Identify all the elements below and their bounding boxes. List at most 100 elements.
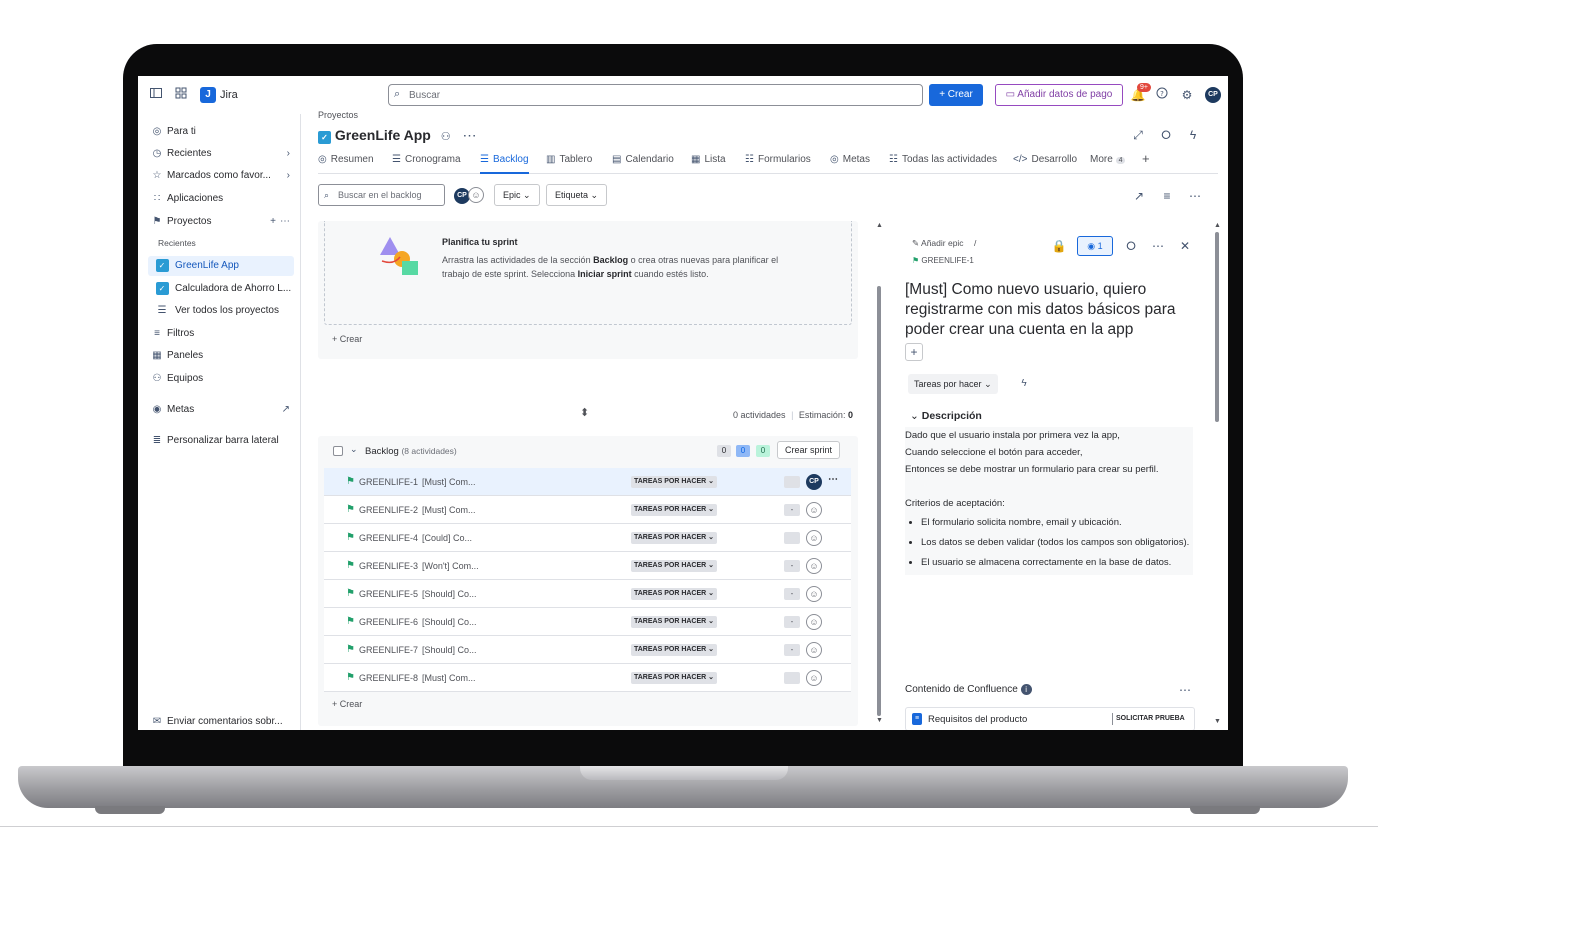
issue-summary[interactable]: [Must] Com...	[422, 673, 476, 683]
backlog-create-button[interactable]: + Crear	[332, 699, 362, 709]
backlog-row[interactable]: ⚑ GREENLIFE-4 [Could] Co... TAREAS POR HACE…	[324, 524, 851, 552]
sidebar-feedback[interactable]: ✉ Enviar comentarios sobr...	[148, 712, 294, 730]
global-search-input[interactable]: ⌕ Buscar	[388, 84, 923, 106]
help-icon[interactable]: ?	[1154, 87, 1170, 103]
issue-summary[interactable]: [Should] Co...	[422, 645, 477, 655]
detail-scroll-up-icon[interactable]: ▲	[1214, 222, 1221, 229]
issue-key[interactable]: GREENLIFE-7	[359, 645, 418, 655]
breadcrumb[interactable]: Proyectos	[318, 110, 358, 120]
jira-logo-icon[interactable]: J	[200, 87, 216, 103]
detail-scroll-down-icon[interactable]: ▼	[1214, 718, 1221, 725]
sprint-create-button[interactable]: + Crear	[332, 334, 362, 344]
add-payment-button[interactable]: ▭ Añadir datos de pago	[995, 84, 1123, 106]
status-dropdown[interactable]: TAREAS POR HACER ⌄	[631, 588, 718, 600]
lock-icon[interactable]: 🔒	[1051, 238, 1067, 254]
more-options-icon[interactable]: ⋯	[828, 474, 838, 485]
backlog-row[interactable]: ⚑ GREENLIFE-8 [Must] Com... TAREAS POR HACE…	[324, 664, 851, 692]
create-sprint-button[interactable]: Crear sprint	[777, 441, 841, 459]
unassigned-avatar-icon[interactable]: ☺	[806, 530, 822, 546]
sidebar-project-calculadora[interactable]: ✓ Calculadora de Ahorro L...	[148, 279, 294, 299]
issue-key[interactable]: GREENLIFE-8	[359, 673, 418, 683]
issue-key[interactable]: GREENLIFE-2	[359, 505, 418, 515]
issue-key[interactable]: GREENLIFE-4	[359, 533, 418, 543]
status-dropdown[interactable]: TAREAS POR HACER ⌄	[631, 476, 718, 488]
tab-board[interactable]: ▥ Tablero	[546, 152, 592, 174]
tab-summary[interactable]: ◎ Resumen	[318, 152, 374, 174]
unassigned-avatar-icon[interactable]: ☺	[806, 502, 822, 518]
more-actions-icon[interactable]: ⋯	[462, 127, 476, 143]
issue-key[interactable]: GREENLIFE-6	[359, 617, 418, 627]
tab-backlog[interactable]: ☰ Backlog	[480, 152, 529, 174]
sidebar-item-goals[interactable]: ◉ Metas ↗	[148, 400, 294, 420]
status-dropdown[interactable]: TAREAS POR HACER ⌄	[631, 532, 718, 544]
backlog-row[interactable]: ⚑ GREENLIFE-7 [Should] Co... TAREAS POR HAC…	[324, 636, 851, 664]
scroll-down-arrow-icon[interactable]: ▼	[876, 717, 883, 724]
story-points-field[interactable]	[784, 532, 800, 544]
unassigned-avatar-icon[interactable]: ☺	[806, 558, 822, 574]
sidebar-item-starred[interactable]: ☆ Marcados como favor... ›	[148, 166, 294, 186]
status-dropdown[interactable]: Tareas por hacer ⌄	[908, 374, 998, 394]
more-options-icon[interactable]: ⋯	[1177, 682, 1193, 698]
backlog-row[interactable]: ⚑ GREENLIFE-1 [Must] Com... TAREAS POR HACE…	[324, 468, 851, 496]
assignee-avatar[interactable]: CP	[806, 474, 822, 490]
more-icon[interactable]: ⋯	[280, 212, 290, 232]
sidebar-customize[interactable]: ≣ Personalizar barra lateral	[148, 431, 294, 451]
backlog-search-input[interactable]: ⌕ Buscar en el backlog	[318, 184, 445, 206]
issue-key[interactable]: GREENLIFE-3	[359, 561, 418, 571]
issue-summary[interactable]: [Won't] Com...	[422, 561, 479, 571]
team-icon[interactable]: ⚇	[441, 131, 451, 143]
unassigned-avatar-icon[interactable]: ☺	[806, 670, 822, 686]
issue-key-link[interactable]: ⚑ GREENLIFE-1	[912, 256, 974, 265]
issue-summary[interactable]: [Should] Co...	[422, 617, 477, 627]
unassigned-avatar-icon[interactable]: ☺	[806, 614, 822, 630]
tab-timeline[interactable]: ☰ Cronograma	[392, 152, 461, 174]
backlog-row[interactable]: ⚑ GREENLIFE-5 [Should] Co... TAREAS POR HAC…	[324, 580, 851, 608]
status-dropdown[interactable]: TAREAS POR HACER ⌄	[631, 644, 718, 656]
confluence-item[interactable]: ≡ Requisitos del producto SOLICITAR PRUE…	[905, 707, 1195, 730]
more-options-icon[interactable]: ⋯	[1150, 238, 1166, 254]
issue-summary[interactable]: [Should] Co...	[422, 589, 477, 599]
watchers-button[interactable]: ◉ 1	[1077, 236, 1113, 256]
label-filter-dropdown[interactable]: Etiqueta ⌄	[546, 184, 608, 206]
story-points-field[interactable]: -	[784, 616, 800, 628]
app-switcher-icon[interactable]	[173, 87, 189, 103]
sidebar-project-greenlife[interactable]: ✓ GreenLife App	[148, 256, 294, 276]
description-header[interactable]: ⌄ Descripción	[910, 410, 982, 422]
sidebar-view-all-projects[interactable]: ☰ Ver todos los proyectos	[148, 301, 294, 321]
issue-title[interactable]: [Must] Como nuevo usuario, quiero regist…	[905, 280, 1200, 340]
add-plus-icon[interactable]: +	[905, 343, 923, 361]
tab-goals[interactable]: ◎ Metas	[830, 152, 870, 174]
backlog-select-all-checkbox[interactable]	[333, 446, 343, 456]
story-points-field[interactable]: -	[784, 588, 800, 600]
epic-filter-dropdown[interactable]: Epic ⌄	[494, 184, 540, 206]
sidebar-item-filters[interactable]: ≡ Filtros	[148, 324, 294, 344]
backlog-row[interactable]: ⚑ GREENLIFE-6 [Should] Co... TAREAS POR HAC…	[324, 608, 851, 636]
plus-icon[interactable]: +	[270, 212, 276, 232]
status-dropdown[interactable]: TAREAS POR HACER ⌄	[631, 504, 718, 516]
scroll-up-arrow-icon[interactable]: ▲	[876, 222, 883, 229]
story-points-field[interactable]: -	[784, 560, 800, 572]
unassigned-avatar-icon[interactable]: ☺	[806, 642, 822, 658]
tab-calendar[interactable]: ▤ Calendario	[612, 152, 674, 174]
detail-scrollbar-thumb[interactable]	[1215, 232, 1219, 422]
add-epic-link[interactable]: ✎ Añadir epic /	[912, 238, 976, 249]
automation-bolt-icon[interactable]: ϟ	[1016, 375, 1032, 393]
story-points-field[interactable]	[784, 476, 800, 488]
user-avatar[interactable]: CP	[1205, 87, 1221, 103]
issue-summary[interactable]: [Must] Com...	[422, 477, 476, 487]
story-points-field[interactable]: -	[784, 644, 800, 656]
drag-handle-icon[interactable]: ⬍	[580, 406, 589, 419]
request-trial-button[interactable]: SOLICITAR PRUEBA	[1112, 713, 1185, 725]
story-points-field[interactable]: -	[784, 504, 800, 516]
main-scrollbar-thumb[interactable]	[877, 286, 881, 716]
settings-gear-icon[interactable]: ⚙	[1179, 87, 1195, 103]
sidebar-toggle-icon[interactable]	[148, 87, 164, 103]
story-points-field[interactable]	[784, 672, 800, 684]
tab-list[interactable]: ▦ Lista	[691, 152, 726, 174]
unassigned-avatar-icon[interactable]: ☺	[806, 586, 822, 602]
status-dropdown[interactable]: TAREAS POR HACER ⌄	[631, 616, 718, 628]
unassigned-avatar-icon[interactable]: ☺	[468, 187, 484, 203]
description-body[interactable]: Dado que el usuario instala por primera …	[905, 427, 1193, 575]
close-icon[interactable]: ✕	[1177, 238, 1193, 254]
status-dropdown[interactable]: TAREAS POR HACER ⌄	[631, 672, 718, 684]
